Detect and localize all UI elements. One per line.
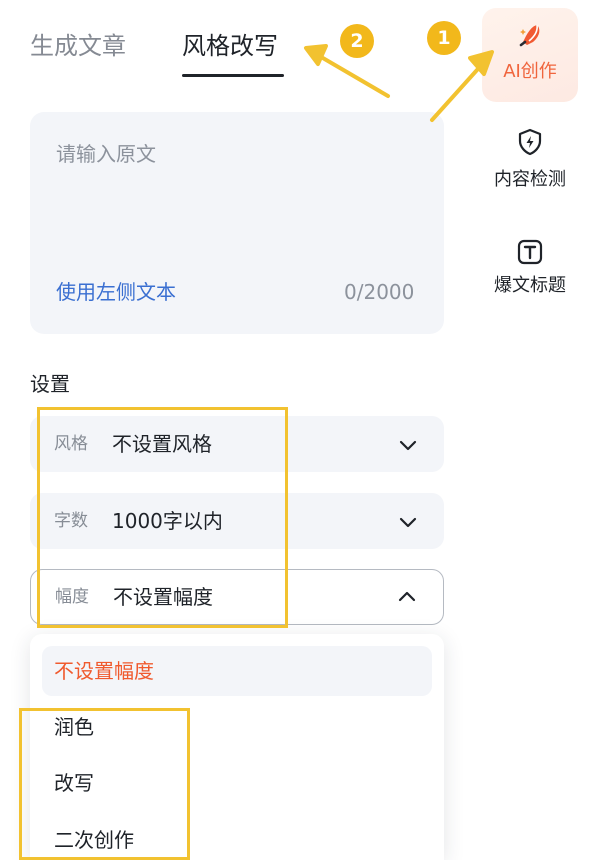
pen-nib-icon bbox=[519, 24, 540, 47]
sidebar-item-viral-title[interactable]: 爆文标题 bbox=[482, 236, 578, 318]
sidebar-item-content-check-label: 内容检测 bbox=[494, 169, 566, 190]
option-no-magnitude[interactable]: 不设置幅度 bbox=[42, 646, 432, 696]
sidebar-item-content-check[interactable]: 内容检测 bbox=[482, 126, 578, 208]
annotation-badge-1: 1 bbox=[427, 21, 461, 55]
title-t-icon bbox=[517, 239, 543, 265]
sidebar-item-ai-creation-label: AI创作 bbox=[503, 61, 557, 82]
highlight-box-options bbox=[19, 708, 190, 860]
tab-generate-article[interactable]: 生成文章 bbox=[30, 30, 126, 62]
active-tab-indicator bbox=[182, 74, 284, 77]
source-text-placeholder: 请输入原文 bbox=[56, 142, 156, 166]
option-no-magnitude-label: 不设置幅度 bbox=[54, 659, 154, 683]
use-left-text-link[interactable]: 使用左侧文本 bbox=[56, 278, 176, 306]
char-counter: 0/2000 bbox=[344, 280, 415, 304]
sidebar-item-viral-title-label: 爆文标题 bbox=[494, 275, 566, 296]
tab-style-rewrite[interactable]: 风格改写 bbox=[182, 30, 278, 62]
annotation-badge-2: 2 bbox=[340, 24, 374, 58]
lightning-shield-icon bbox=[518, 128, 542, 156]
sidebar-item-ai-creation[interactable]: AI创作 bbox=[482, 8, 578, 102]
chevron-down-icon bbox=[399, 440, 417, 451]
chevron-down-icon bbox=[399, 517, 417, 528]
settings-title: 设置 bbox=[30, 372, 70, 396]
highlight-box-settings bbox=[37, 407, 288, 628]
chevron-up-icon bbox=[398, 591, 416, 602]
